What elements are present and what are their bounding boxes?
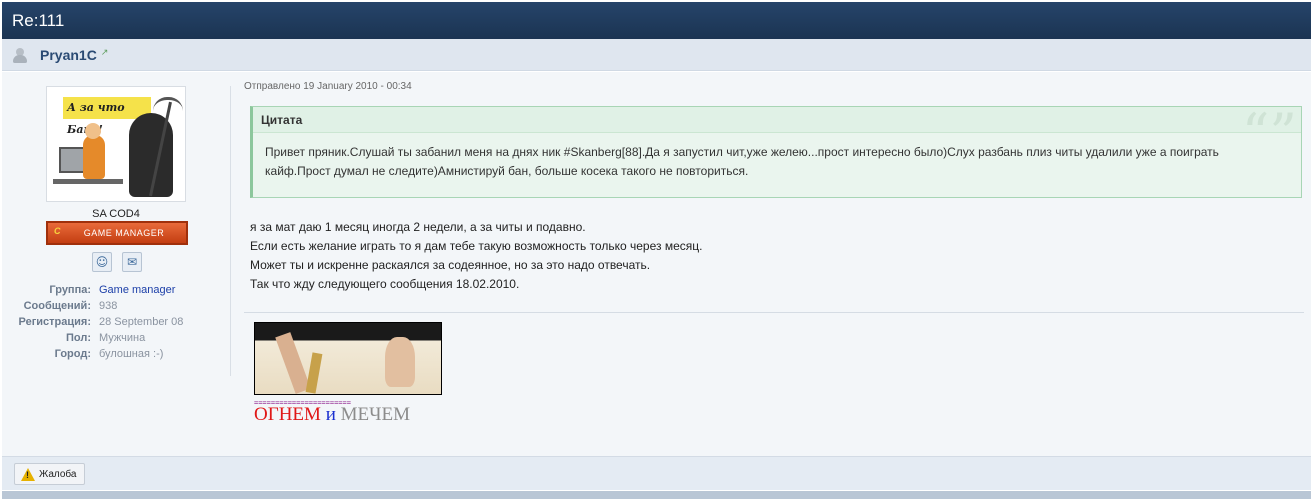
quote-line: кайф.Прост думал не следите)Амнистируй б… <box>265 164 749 178</box>
user-icon <box>12 47 28 63</box>
message-line: Так что жду следующего сообщения 18.02.2… <box>250 277 520 291</box>
member-group-title: SA COD4 <box>92 208 140 220</box>
message-line: я за мат даю 1 месяц иногда 2 недели, а … <box>250 220 586 234</box>
topic-title: Re:111 <box>12 11 65 30</box>
post-date: Отправлено 19 January 2010 - 00:34 <box>244 81 412 92</box>
add-friend-icon[interactable]: ☺ <box>92 252 112 272</box>
signature-image <box>254 322 442 395</box>
avatar: А за что Бан?! <box>46 86 186 202</box>
message-line: Если есть желание играть то я дам тебе т… <box>250 239 703 253</box>
quote-line: Привет пряник.Слушай ты забанил меня на … <box>265 145 1219 159</box>
avatar-caption: А за что Бан?! <box>63 97 151 136</box>
profile-row-city: Город: булошная :-) <box>54 348 164 360</box>
report-button[interactable]: ! Жалоба <box>14 463 86 485</box>
profile-row-group: Группа: Game manager <box>49 282 176 298</box>
signature-word-2: и <box>325 404 336 425</box>
quote-block: Цитата “” Привет пряник.Слушай ты забани… <box>250 106 1302 198</box>
report-button-label: Жалоба <box>39 468 77 480</box>
column-divider <box>230 86 231 376</box>
profile-info: Группа: Game manager Сообщений: 938 Реги… <box>2 282 230 362</box>
profile-row-registered: Регистрация: 28 September 08 <box>18 316 184 328</box>
topic-title-bar: Re:111 <box>2 2 1311 39</box>
author-bar: Pryan1C ↗ <box>2 39 1311 71</box>
group-link[interactable]: Game manager <box>99 282 175 298</box>
quote-body: Привет пряник.Слушай ты забанил меня на … <box>253 133 1263 181</box>
post-content: Отправлено 19 January 2010 - 00:34 Цитат… <box>244 72 1304 456</box>
post-footer: ! Жалоба <box>2 456 1311 490</box>
external-link-icon[interactable]: ↗ <box>101 48 109 58</box>
author-name-link[interactable]: Pryan1C <box>40 47 97 63</box>
post-area: А за что Бан?! SA COD4 C GAME MANAGER ☺ … <box>2 72 1311 456</box>
profile-row-posts: Сообщений: 938 <box>23 300 118 312</box>
quote-header: Цитата <box>253 107 1301 133</box>
send-message-icon[interactable]: ✉ <box>122 252 142 272</box>
author-sidebar: А за что Бан?! SA COD4 C GAME MANAGER ☺ … <box>2 72 230 362</box>
author-actions: ☺ ✉ <box>92 252 142 272</box>
signature-word-3: МЕЧЕМ <box>340 404 410 425</box>
signature-word-1: ОГНЕМ <box>254 404 321 425</box>
forum-post-page: Re:111 Pryan1C ↗ А за что Бан?! SA COD4 … <box>0 0 1313 499</box>
post-message: я за мат даю 1 месяц иногда 2 недели, а … <box>250 218 702 294</box>
bottom-bar <box>2 491 1311 499</box>
signature-separator <box>244 312 1304 313</box>
rank-badge-label: GAME MANAGER <box>83 228 165 238</box>
rank-logo: C <box>54 226 61 236</box>
message-line: Может ты и искренне раскаялся за содеянн… <box>250 258 651 272</box>
warning-icon: ! <box>21 467 35 481</box>
profile-row-gender: Пол: Мужчина <box>65 332 146 344</box>
signature-text: ОГНЕМ и МЕЧЕМ <box>254 404 410 426</box>
rank-badge: C GAME MANAGER <box>46 221 188 245</box>
quote-marks-icon: “” <box>1241 102 1297 165</box>
